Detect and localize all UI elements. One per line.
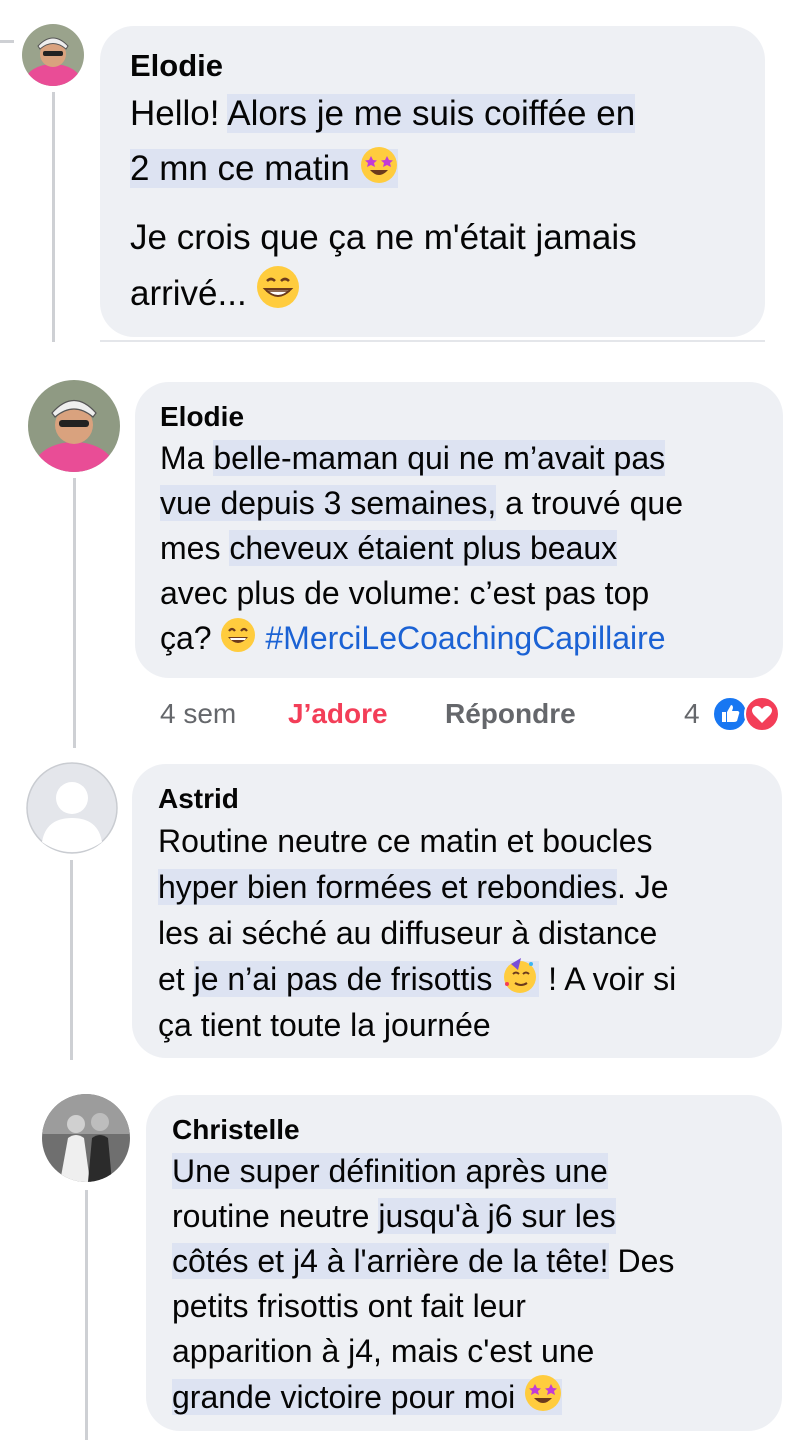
text-segment: Ma xyxy=(160,440,214,476)
text-segment: . Je xyxy=(616,869,669,905)
highlighted-text: jusqu'à j6 sur les xyxy=(378,1198,616,1234)
comment-author[interactable]: Elodie xyxy=(130,46,765,86)
comment-bubble[interactable]: Elodie Ma belle-maman qui ne m’avait pas… xyxy=(135,382,783,678)
reaction-count[interactable]: 4 xyxy=(684,694,700,734)
text-segment: routine neutre xyxy=(172,1198,379,1234)
smiling-emoji-icon xyxy=(220,617,256,653)
thread-line xyxy=(52,92,55,342)
text-segment: Hello! xyxy=(130,94,228,133)
avatar[interactable] xyxy=(28,380,120,472)
comment-bubble[interactable]: Elodie Hello! Alors je me suis coiffée e… xyxy=(100,26,765,337)
highlighted-text: grande victoire pour moi xyxy=(172,1379,525,1415)
highlighted-text: côtés et j4 à l'arrière de la tête! xyxy=(172,1243,609,1279)
text-segment: a trouvé que xyxy=(496,485,683,521)
text-line: ça tient toute la journée xyxy=(158,1007,491,1043)
text-segment: arrivé... xyxy=(130,274,257,313)
avatar[interactable] xyxy=(42,1094,130,1182)
star-struck-emoji-icon xyxy=(360,145,398,183)
text-line: les ai séché au diffuseur à distance xyxy=(158,915,658,951)
like-reaction-icon xyxy=(712,696,748,732)
comment-bubble[interactable]: Christelle Une super définition après un… xyxy=(146,1095,782,1431)
highlighted-text: hyper bien formées et rebondies xyxy=(158,869,617,905)
thread-line xyxy=(70,860,73,1060)
avatar[interactable] xyxy=(26,762,118,854)
highlighted-text: vue depuis 3 semaines, xyxy=(160,485,497,521)
text-line: petits frisottis ont fait leur xyxy=(172,1288,526,1324)
highlighted-text: cheveux étaient plus beaux xyxy=(229,530,618,566)
comment-text: Routine neutre ce matin et boucles hyper… xyxy=(158,818,782,1048)
comment-text: Une super définition après une routine n… xyxy=(172,1149,782,1420)
comment-actions: 4 sem J’adore Répondre 4 xyxy=(160,694,790,734)
comment-text: Ma belle-maman qui ne m’avait pas vue de… xyxy=(160,436,783,661)
comment-timestamp[interactable]: 4 sem xyxy=(160,694,236,734)
star-struck-emoji-icon xyxy=(524,1374,562,1412)
thread-line xyxy=(85,1190,88,1440)
partying-face-emoji-icon xyxy=(501,956,539,994)
thread-line xyxy=(73,478,76,748)
text-line: avec plus de volume: c’est pas top xyxy=(160,575,650,611)
text-line: Je crois que ça ne m'était jamais xyxy=(130,218,637,257)
text-line: Routine neutre ce matin et boucles xyxy=(158,823,653,859)
grinning-emoji-icon xyxy=(256,265,300,309)
highlighted-text: je n’ai pas de frisottis xyxy=(193,961,502,997)
text-segment: mes xyxy=(160,530,230,566)
separator xyxy=(100,340,765,342)
highlighted-text: belle-maman qui ne m’avait pas xyxy=(213,440,666,476)
comment-author[interactable]: Elodie xyxy=(160,398,783,436)
text-segment: Des xyxy=(608,1243,675,1279)
thread-connector xyxy=(0,40,14,43)
text-line: apparition à j4, mais c'est une xyxy=(172,1333,595,1369)
avatar[interactable] xyxy=(22,24,84,86)
love-reaction-icon xyxy=(744,696,780,732)
highlighted-text: Alors je me suis coiffée en xyxy=(227,94,636,133)
text-segment: et xyxy=(158,961,194,997)
comment-author[interactable]: Christelle xyxy=(172,1111,782,1149)
highlighted-text: Une super définition après une xyxy=(172,1153,608,1189)
text-segment: ça? xyxy=(160,620,221,656)
comment-text: Hello! Alors je me suis coiffée en 2 mn … xyxy=(130,86,765,321)
reply-button[interactable]: Répondre xyxy=(445,694,576,734)
hashtag-link[interactable]: #MerciLeCoachingCapillaire xyxy=(265,620,665,656)
text-segment: ! A voir si xyxy=(539,961,677,997)
highlighted-text: 2 mn ce matin xyxy=(130,149,360,188)
comment-author[interactable]: Astrid xyxy=(158,780,782,818)
comment-bubble[interactable]: Astrid Routine neutre ce matin et boucle… xyxy=(132,764,782,1058)
love-reaction-button[interactable]: J’adore xyxy=(288,694,388,734)
